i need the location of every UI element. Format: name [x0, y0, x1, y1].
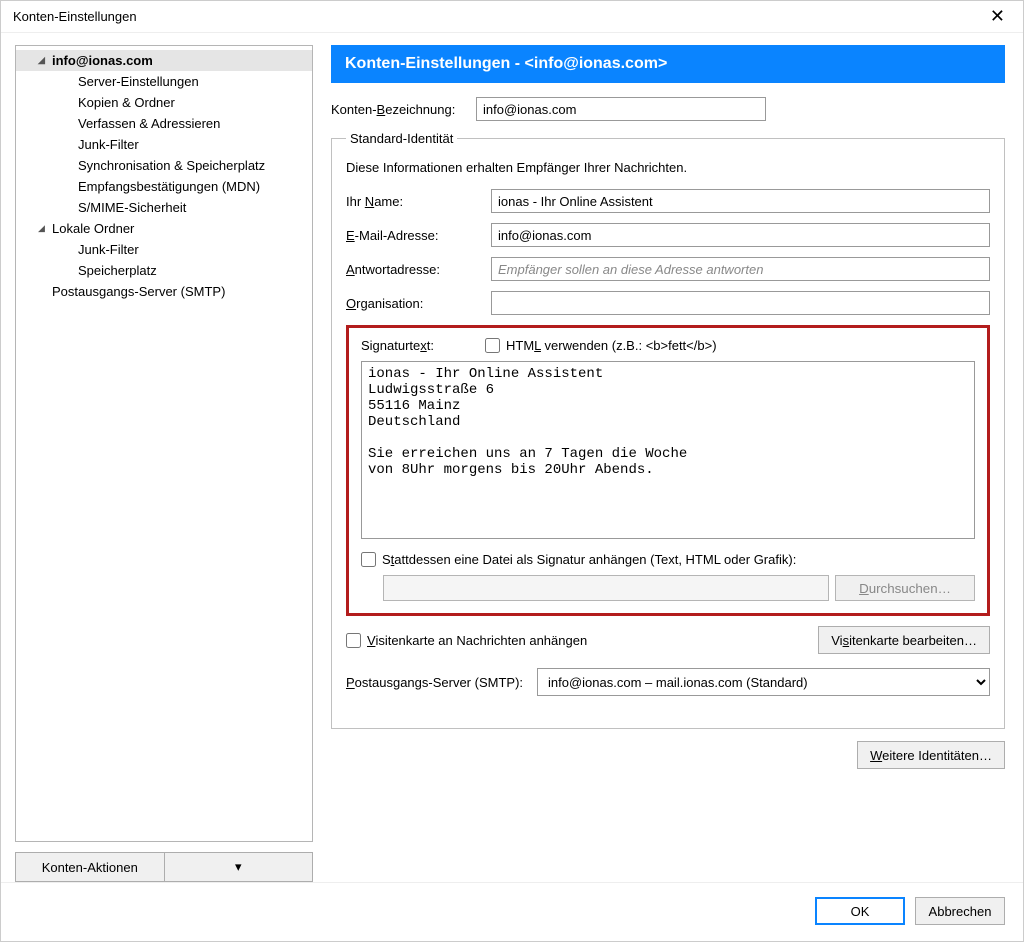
- vcard-edit-button[interactable]: Visitenkarte bearbeiten…: [818, 626, 990, 654]
- accounts-actions-label: Konten-Aktionen: [42, 860, 138, 875]
- twisty-down-icon: ◢: [38, 55, 48, 66]
- vcard-checkbox[interactable]: [346, 633, 361, 648]
- titlebar: Konten-Einstellungen ✕: [1, 1, 1023, 33]
- tree-item-label: info@ionas.com: [52, 53, 153, 68]
- smtp-label: Postausgangs-Server (SMTP):: [346, 675, 523, 690]
- content-area: ◢info@ionas.com◢Server-Einstellungen◢Kop…: [1, 33, 1023, 882]
- page-header: Konten-Einstellungen - <info@ionas.com>: [331, 45, 1005, 83]
- use-html-checkbox[interactable]: [485, 338, 500, 353]
- tree-item[interactable]: ◢Kopien & Ordner: [16, 92, 312, 113]
- ok-button[interactable]: OK: [815, 897, 905, 925]
- account-name-label: Konten-Bezeichnung:: [331, 102, 466, 117]
- signature-textarea[interactable]: [361, 361, 975, 539]
- name-input[interactable]: [491, 189, 990, 213]
- use-html-label: HTML verwenden (z.B.: <b>fett</b>): [506, 338, 717, 353]
- tree-item-label: Speicherplatz: [78, 263, 157, 278]
- tree-item[interactable]: ◢Junk-Filter: [16, 239, 312, 260]
- org-row: Organisation:: [346, 291, 990, 315]
- identity-legend: Standard-Identität: [346, 131, 457, 146]
- vcard-row: Visitenkarte an Nachrichten anhängen Vis…: [346, 626, 990, 654]
- accounts-actions-dropdown[interactable]: ▾: [165, 852, 314, 882]
- tree-item[interactable]: ◢ Lokale Ordner: [16, 218, 312, 239]
- account-name-input[interactable]: [476, 97, 766, 121]
- smtp-select[interactable]: info@ionas.com – mail.ionas.com (Standar…: [537, 668, 990, 696]
- tree-item-label: Junk-Filter: [78, 242, 139, 257]
- use-html-row: HTML verwenden (z.B.: <b>fett</b>): [485, 338, 717, 353]
- file-attach-row: Stattdessen eine Datei als Signatur anhä…: [361, 552, 975, 567]
- identity-fieldset: Standard-Identität Diese Informationen e…: [331, 131, 1005, 729]
- tree-item[interactable]: ◢Verfassen & Adressieren: [16, 113, 312, 134]
- org-label: Organisation:: [346, 296, 481, 311]
- tree-item-label: Junk-Filter: [78, 137, 139, 152]
- accounts-actions-button[interactable]: Konten-Aktionen: [15, 852, 165, 882]
- accounts-tree[interactable]: ◢info@ionas.com◢Server-Einstellungen◢Kop…: [15, 45, 313, 842]
- tree-item-label: Kopien & Ordner: [78, 95, 175, 110]
- account-name-row: Konten-Bezeichnung:: [331, 97, 1005, 121]
- tree-item-label: Lokale Ordner: [52, 221, 134, 236]
- name-label: Ihr Name:: [346, 194, 481, 209]
- tree-item-label: Empfangsbestätigungen (MDN): [78, 179, 260, 194]
- tree-item[interactable]: ◢ info@ionas.com: [16, 50, 312, 71]
- tree-item-label: S/MIME-Sicherheit: [78, 200, 186, 215]
- tree-item-label: Synchronisation & Speicherplatz: [78, 158, 265, 173]
- account-settings-window: Konten-Einstellungen ✕ ◢info@ionas.com◢S…: [0, 0, 1024, 942]
- close-icon[interactable]: ✕: [982, 6, 1013, 27]
- org-input[interactable]: [491, 291, 990, 315]
- file-attach-checkbox[interactable]: [361, 552, 376, 567]
- name-row: Ihr Name:: [346, 189, 990, 213]
- file-attach-label: Stattdessen eine Datei als Signatur anhä…: [382, 552, 796, 567]
- tree-item[interactable]: ◢Empfangsbestätigungen (MDN): [16, 176, 312, 197]
- more-identities-button[interactable]: Weitere Identitäten…: [857, 741, 1005, 769]
- file-attach-section: Stattdessen eine Datei als Signatur anhä…: [361, 552, 975, 601]
- email-label: E-Mail-Adresse:: [346, 228, 481, 243]
- window-title: Konten-Einstellungen: [13, 9, 137, 24]
- cancel-button[interactable]: Abbrechen: [915, 897, 1005, 925]
- tree-item[interactable]: ◢Server-Einstellungen: [16, 71, 312, 92]
- reply-input[interactable]: [491, 257, 990, 281]
- dialog-buttons: OK Abbrechen: [1, 882, 1023, 941]
- tree-item[interactable]: ◢Synchronisation & Speicherplatz: [16, 155, 312, 176]
- signature-highlight: Signaturtext: HTML verwenden (z.B.: <b>f…: [346, 325, 990, 616]
- tree-item[interactable]: ◢Junk-Filter: [16, 134, 312, 155]
- signature-header: Signaturtext: HTML verwenden (z.B.: <b>f…: [361, 338, 975, 353]
- tree-item-label: Verfassen & Adressieren: [78, 116, 220, 131]
- tree-item[interactable]: ◢S/MIME-Sicherheit: [16, 197, 312, 218]
- tree-item[interactable]: ◢Postausgangs-Server (SMTP): [16, 281, 312, 302]
- tree-item[interactable]: ◢Speicherplatz: [16, 260, 312, 281]
- more-identities-row: Weitere Identitäten…: [331, 741, 1005, 769]
- tree-item-label: Server-Einstellungen: [78, 74, 199, 89]
- twisty-down-icon: ◢: [38, 223, 48, 234]
- main-panel: Konten-Einstellungen - <info@ionas.com> …: [331, 45, 1009, 882]
- file-path-row: Durchsuchen…: [383, 575, 975, 601]
- browse-button: Durchsuchen…: [835, 575, 975, 601]
- reply-row: Antwortadresse:: [346, 257, 990, 281]
- vcard-attach-row: Visitenkarte an Nachrichten anhängen: [346, 633, 587, 648]
- file-path-input: [383, 575, 829, 601]
- identity-desc: Diese Informationen erhalten Empfänger I…: [346, 160, 990, 175]
- accounts-actions: Konten-Aktionen ▾: [15, 852, 313, 882]
- chevron-down-icon: ▾: [235, 859, 242, 875]
- tree-item-label: Postausgangs-Server (SMTP): [52, 284, 225, 299]
- email-row: E-Mail-Adresse:: [346, 223, 990, 247]
- sidebar: ◢info@ionas.com◢Server-Einstellungen◢Kop…: [15, 45, 313, 882]
- signature-label: Signaturtext:: [361, 338, 473, 353]
- vcard-attach-label: Visitenkarte an Nachrichten anhängen: [367, 633, 587, 648]
- smtp-row: Postausgangs-Server (SMTP): info@ionas.c…: [346, 668, 990, 696]
- email-input[interactable]: [491, 223, 990, 247]
- reply-label: Antwortadresse:: [346, 262, 481, 277]
